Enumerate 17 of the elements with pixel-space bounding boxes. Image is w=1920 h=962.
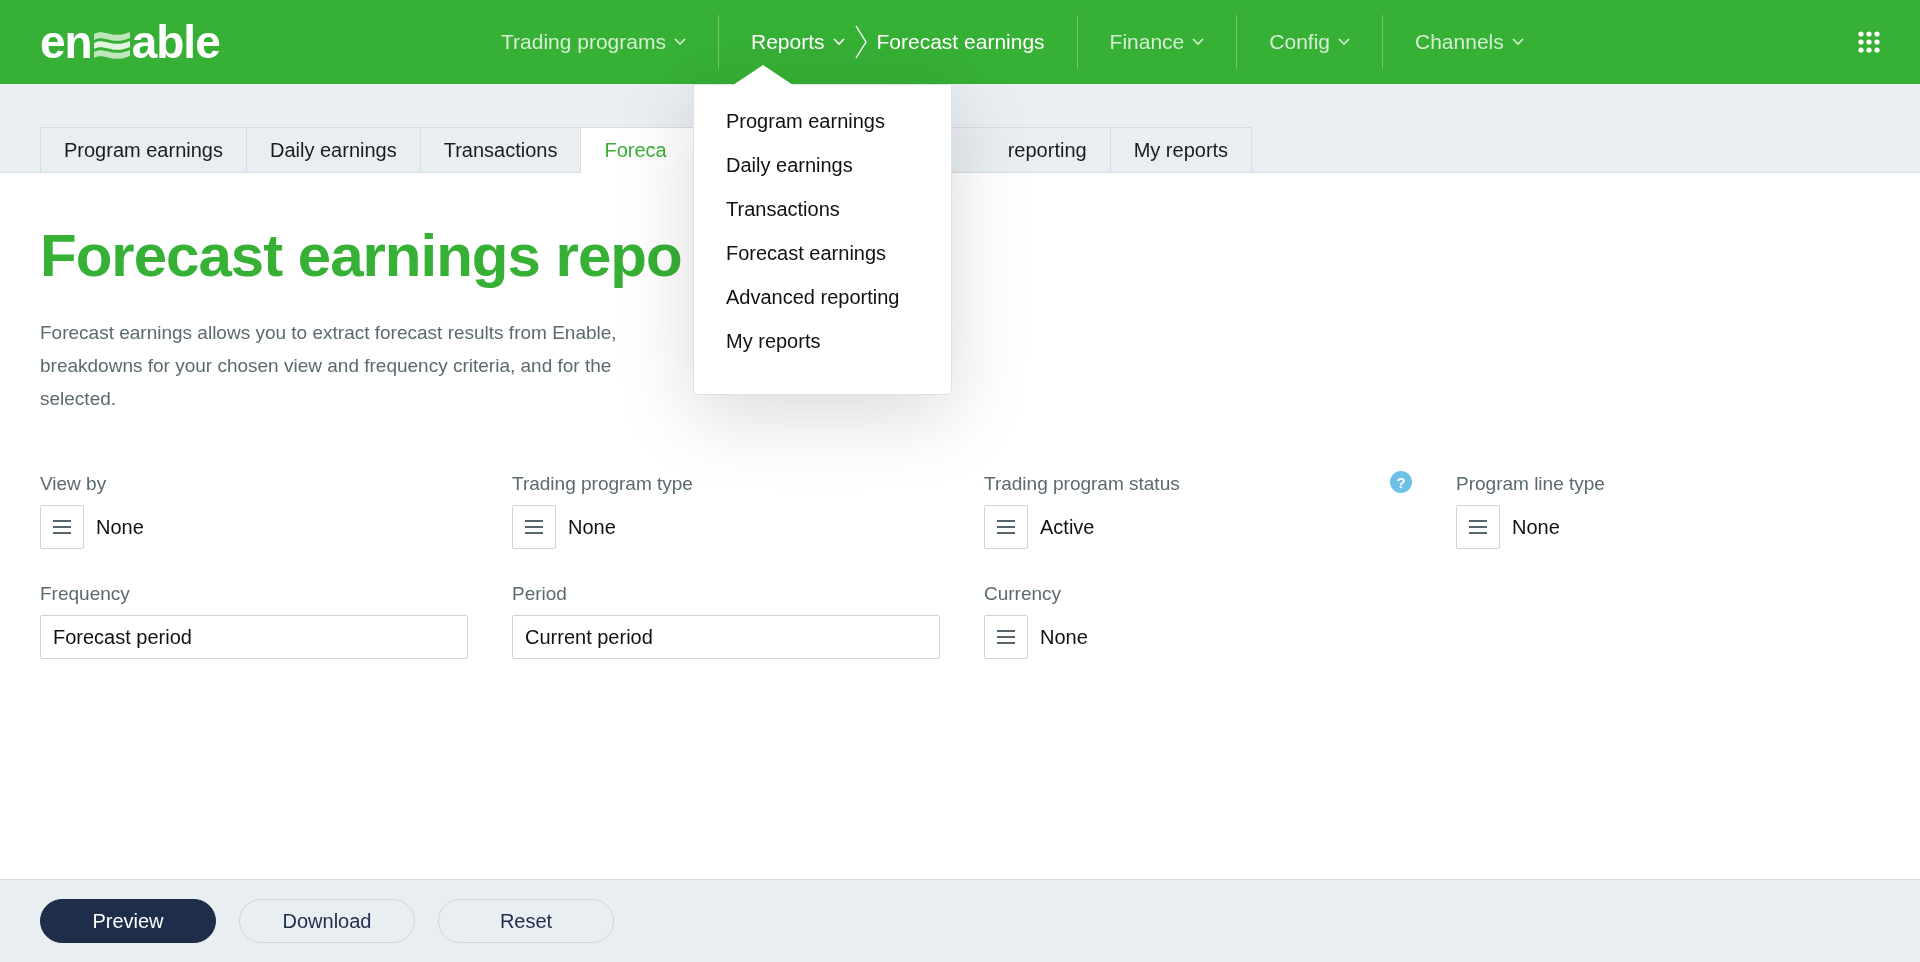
field-label: Currency [984,583,1062,605]
field-label: View by [40,473,107,495]
description-line: breakdowns for your chosen view and frequency criteria, and for the [40,354,612,378]
page-title: Forecast earnings repo [40,221,682,290]
field-label: Trading program status [984,473,1180,495]
field-label: Trading program type [512,473,693,495]
selected-value: None [1040,625,1088,649]
description-line: Forecast earnings allows you to extract forecast results from Enable, [40,321,617,345]
selected-value: None [96,515,144,539]
selected-value: None [568,515,616,539]
selected-value: None [1512,515,1560,539]
breadcrumb-item: Forecast earnings [876,30,1045,54]
selected-value: Active [1040,515,1095,539]
field-label: Program line type [1456,473,1605,495]
field-label: Period [512,583,567,605]
description-line: selected. [40,387,117,411]
field-label: Frequency [40,583,130,605]
